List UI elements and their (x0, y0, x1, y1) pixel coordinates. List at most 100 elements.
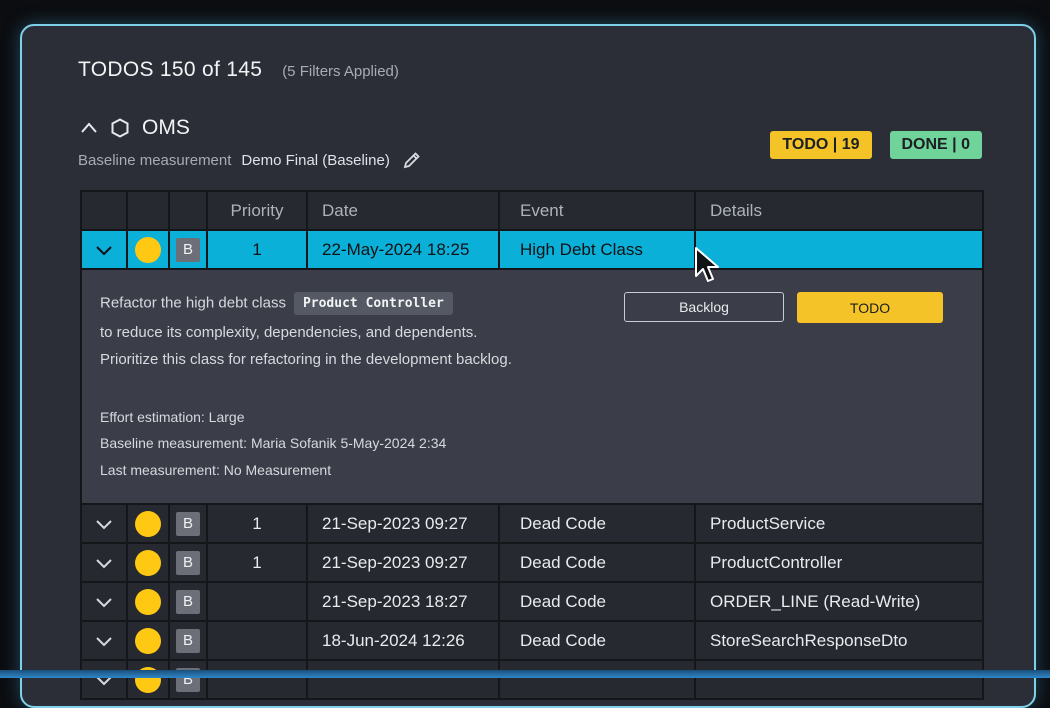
priority-cell (206, 583, 306, 620)
event-cell: Dead Code (498, 622, 694, 659)
type-cell: B (168, 661, 206, 698)
event-cell: Dead Code (498, 544, 694, 581)
row-expand-toggle[interactable] (82, 505, 126, 542)
column-header-priority[interactable]: Priority (206, 192, 306, 229)
chevron-down-icon (96, 558, 112, 568)
chevron-up-icon[interactable] (80, 119, 98, 137)
event-cell: Dead Code (498, 583, 694, 620)
column-header-severity (126, 192, 168, 229)
table-row[interactable]: B 1 21-Sep-2023 09:27 Dead Code ProductC… (82, 542, 982, 581)
severity-cell (126, 505, 168, 542)
severity-cell (126, 583, 168, 620)
detail-text-prefix: Refactor the high debt class (100, 294, 286, 312)
yellow-circle-icon (135, 588, 161, 615)
column-header-expand (82, 192, 126, 229)
class-name-tag: Product Controller (293, 292, 453, 315)
event-cell (498, 661, 694, 698)
table-row[interactable]: B 21-Sep-2023 18:27 Dead Code ORDER_LINE… (82, 581, 982, 620)
priority-cell: 1 (206, 231, 306, 268)
table-row-selected[interactable]: B 1 22-May-2024 18:25 High Debt Class (82, 229, 982, 268)
type-cell: B (168, 622, 206, 659)
type-badge: B (176, 237, 200, 262)
status-badges: TODO | 19 DONE | 0 (770, 131, 982, 159)
last-measurement: Last measurement: No Measurement (100, 462, 332, 478)
details-cell: ProductService (694, 505, 982, 542)
type-cell: B (168, 231, 206, 268)
type-cell: B (168, 583, 206, 620)
yellow-circle-icon (135, 510, 161, 537)
details-cell (694, 661, 982, 698)
hexagon-icon (111, 118, 129, 138)
pencil-icon[interactable] (402, 150, 422, 170)
details-cell (694, 231, 982, 268)
date-cell (306, 661, 498, 698)
type-badge: B (176, 589, 200, 614)
bottom-glow-bar (0, 670, 1050, 678)
effort-estimation: Effort estimation: Large (100, 409, 245, 425)
todo-count-badge[interactable]: TODO | 19 (770, 131, 872, 159)
event-cell: Dead Code (498, 505, 694, 542)
severity-cell (126, 661, 168, 698)
todo-button[interactable]: TODO (797, 292, 943, 323)
todos-panel: TODOS 150 of 145 (5 Filters Applied) OMS… (20, 24, 1036, 708)
page-title: TODOS 150 of 145 (78, 58, 263, 81)
done-count-badge[interactable]: DONE | 0 (889, 131, 982, 159)
chevron-down-icon (96, 597, 112, 607)
details-cell: ORDER_LINE (Read-Write) (694, 583, 982, 620)
expanded-detail: Refactor the high debt class Product Cont… (82, 268, 982, 503)
detail-line-3: Prioritize this class for refactoring in… (100, 351, 512, 368)
table-row[interactable]: B 18-Jun-2024 12:26 Dead Code StoreSearc… (82, 620, 982, 659)
detail-line-2: to reduce its complexity, dependencies, … (100, 324, 478, 341)
row-expand-toggle[interactable] (82, 583, 126, 620)
column-header-type (168, 192, 206, 229)
row-expand-toggle[interactable] (82, 622, 126, 659)
severity-cell (126, 622, 168, 659)
mouse-pointer-icon (695, 247, 719, 282)
date-cell: 21-Sep-2023 18:27 (306, 583, 498, 620)
backlog-button[interactable]: Backlog (624, 292, 784, 322)
title-row: TODOS 150 of 145 (5 Filters Applied) (78, 58, 399, 82)
table-row[interactable]: B 1 21-Sep-2023 09:27 Dead Code ProductS… (82, 503, 982, 542)
yellow-circle-icon (135, 549, 161, 576)
priority-cell: 1 (206, 505, 306, 542)
chevron-down-icon (96, 636, 112, 646)
table-row[interactable]: B (82, 659, 982, 698)
priority-cell (206, 622, 306, 659)
column-header-date[interactable]: Date (306, 192, 498, 229)
type-cell: B (168, 544, 206, 581)
column-header-details[interactable]: Details (694, 192, 982, 229)
priority-cell: 1 (206, 544, 306, 581)
chevron-down-icon (96, 245, 112, 255)
severity-cell (126, 231, 168, 268)
yellow-circle-icon (135, 236, 161, 263)
details-cell: ProductController (694, 544, 982, 581)
date-cell: 21-Sep-2023 09:27 (306, 505, 498, 542)
row-expand-toggle[interactable] (82, 661, 126, 698)
baseline-row: Baseline measurement Demo Final (Baselin… (78, 150, 422, 170)
details-cell: StoreSearchResponseDto (694, 622, 982, 659)
baseline-measurement: Baseline measurement: Maria Sofanik 5-Ma… (100, 435, 447, 451)
table-header: Priority Date Event Details (82, 192, 982, 229)
date-cell: 21-Sep-2023 09:27 (306, 544, 498, 581)
type-cell: B (168, 505, 206, 542)
date-cell: 18-Jun-2024 12:26 (306, 622, 498, 659)
detail-line-1: Refactor the high debt class Product Cont… (100, 292, 453, 315)
priority-cell (206, 661, 306, 698)
todos-table: Priority Date Event Details B 1 22-May-2… (80, 190, 984, 700)
yellow-circle-icon (135, 627, 161, 654)
row-expand-toggle[interactable] (82, 544, 126, 581)
event-cell: High Debt Class (498, 231, 694, 268)
severity-cell (126, 544, 168, 581)
chevron-down-icon (96, 519, 112, 529)
type-badge: B (176, 628, 200, 653)
type-badge: B (176, 511, 200, 536)
filters-applied-link[interactable]: (5 Filters Applied) (282, 63, 399, 80)
baseline-label: Baseline measurement (78, 151, 232, 169)
baseline-value: Demo Final (Baseline) (241, 151, 390, 169)
column-header-event[interactable]: Event (498, 192, 694, 229)
project-header: OMS (80, 116, 190, 140)
date-cell: 22-May-2024 18:25 (306, 231, 498, 268)
project-name: OMS (142, 116, 190, 139)
type-badge: B (176, 550, 200, 575)
row-expand-toggle[interactable] (82, 231, 126, 268)
